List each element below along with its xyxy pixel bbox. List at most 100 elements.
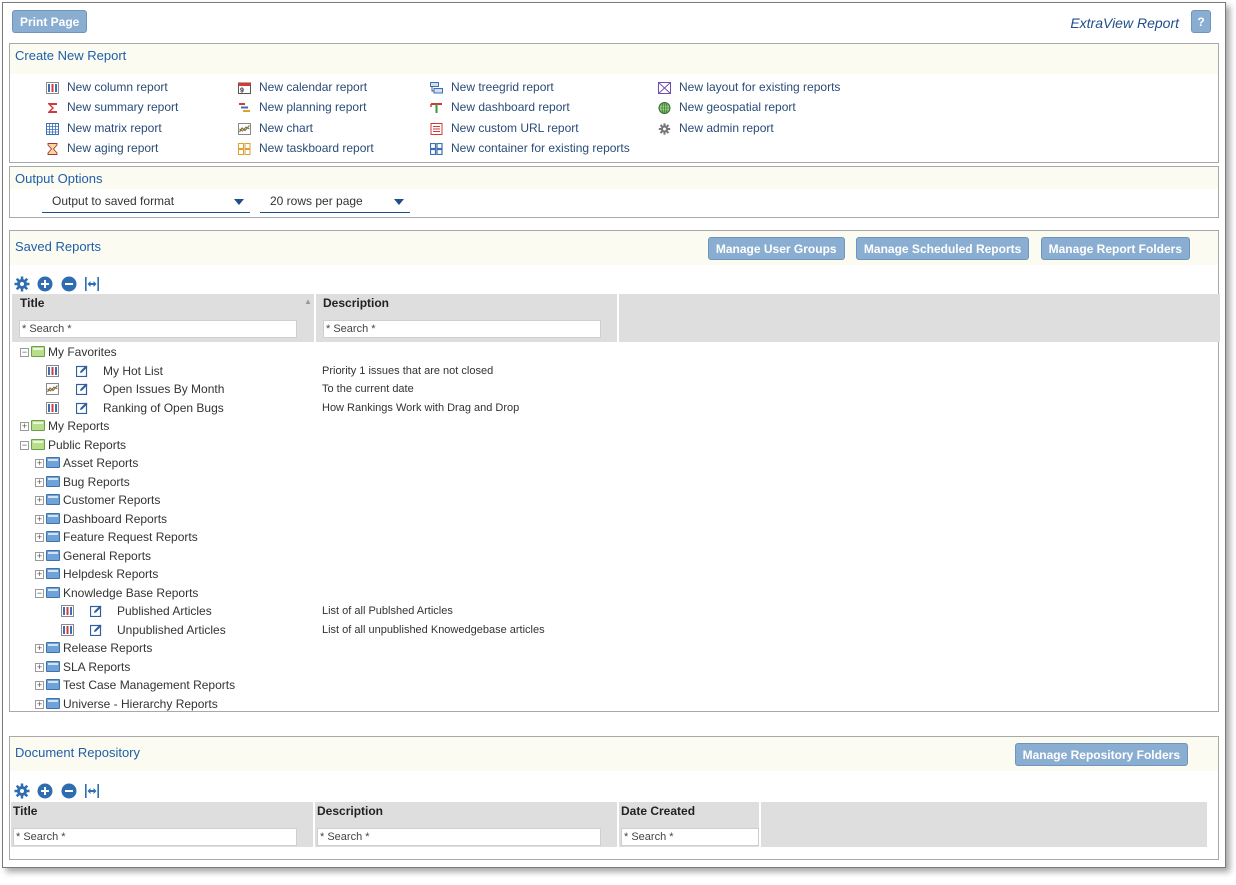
description-search-input[interactable]: * Search * xyxy=(323,320,601,338)
favorite-report-title[interactable]: Open Issues By Month xyxy=(103,380,224,398)
print-page-button[interactable]: Print Page xyxy=(12,10,88,33)
resize-columns-icon[interactable] xyxy=(84,276,100,292)
manage-repository-folders-button[interactable]: Manage Repository Folders xyxy=(1014,743,1188,766)
expand-toggle[interactable]: + xyxy=(35,514,44,524)
svg-text:9: 9 xyxy=(240,88,244,95)
column-header-title[interactable]: Title xyxy=(20,296,44,310)
folder-feature-request-reports[interactable]: Feature Request Reports xyxy=(63,528,198,546)
folder-helpdesk-reports[interactable]: Helpdesk Reports xyxy=(63,565,158,583)
manage-report-folders-button[interactable]: Manage Report Folders xyxy=(1040,237,1190,260)
folder-customer-reports[interactable]: Customer Reports xyxy=(63,491,160,509)
title-search-input[interactable]: * Search * xyxy=(19,320,297,338)
folder-my-favorites[interactable]: My Favorites xyxy=(48,343,117,361)
help-button[interactable]: ? xyxy=(1191,10,1211,33)
folder-icon xyxy=(46,660,60,672)
output-options-section: Output Options Output to saved format 20… xyxy=(9,166,1219,218)
column-header-title[interactable]: Title xyxy=(13,804,37,818)
folder-sla-reports[interactable]: SLA Reports xyxy=(63,658,130,676)
kb-report-description: List of all Publshed Articles xyxy=(322,605,453,617)
gear-icon[interactable] xyxy=(14,276,30,292)
column-resize-handle[interactable] xyxy=(759,802,761,847)
column-header-date-created[interactable]: Date Created xyxy=(621,804,695,818)
expand-toggle[interactable]: + xyxy=(35,459,44,468)
doc-description-search-input[interactable]: * Search * xyxy=(317,828,601,846)
kb-report-description: List of all unpublished Knowedgebase art… xyxy=(322,623,545,636)
collapse-all-icon[interactable] xyxy=(61,276,77,292)
edit-icon[interactable] xyxy=(89,605,102,618)
expand-toggle[interactable]: + xyxy=(20,422,29,431)
folder-knowledge-base-reports[interactable]: Knowledge Base Reports xyxy=(63,584,198,602)
expand-all-icon[interactable] xyxy=(37,276,53,292)
expand-toggle[interactable]: + xyxy=(35,551,44,561)
folder-icon xyxy=(31,346,45,357)
collapse-all-icon[interactable] xyxy=(61,783,77,799)
edit-icon[interactable] xyxy=(75,402,88,414)
doc-grid-toolbar xyxy=(14,783,104,799)
create-item-label: New geospatial report xyxy=(679,100,796,114)
chart-icon xyxy=(238,122,251,135)
saved-reports-title: Saved Reports xyxy=(15,239,101,254)
folder-test-case-management-reports[interactable]: Test Case Management Reports xyxy=(63,676,235,694)
create-item-label: New chart xyxy=(259,121,314,135)
grid-toolbar xyxy=(14,276,104,292)
column-resize-handle[interactable] xyxy=(617,802,619,847)
sigma-icon xyxy=(46,101,59,113)
expand-toggle[interactable]: + xyxy=(35,662,44,672)
kb-report-title[interactable]: Published Articles xyxy=(117,602,212,620)
gear-icon[interactable] xyxy=(14,783,30,799)
doc-grid-header: Title Description Date Created * Search … xyxy=(11,802,1207,847)
resize-columns-icon[interactable] xyxy=(84,783,100,799)
column-report-icon xyxy=(46,81,59,94)
column-header-description[interactable]: Description xyxy=(323,296,389,310)
folder-public-reports[interactable]: Public Reports xyxy=(48,436,126,454)
expand-toggle[interactable]: + xyxy=(35,681,44,690)
folder-asset-reports[interactable]: Asset Reports xyxy=(63,454,138,472)
rows-per-page-select[interactable]: 20 rows per page xyxy=(260,193,410,213)
folder-general-reports[interactable]: General Reports xyxy=(63,547,151,565)
expand-all-icon[interactable] xyxy=(37,783,53,799)
report-page: Print Page ExtraView Report ? Create New… xyxy=(2,2,1226,868)
output-format-select[interactable]: Output to saved format xyxy=(42,193,250,213)
globe-icon xyxy=(658,101,671,114)
favorite-report-title[interactable]: Ranking of Open Bugs xyxy=(103,399,224,417)
edit-icon[interactable] xyxy=(75,365,88,377)
collapse-toggle[interactable]: − xyxy=(20,440,29,450)
folder-universe-hierarchy-reports[interactable]: Universe - Hierarchy Reports xyxy=(63,695,218,713)
edit-icon[interactable] xyxy=(89,624,102,636)
doc-title-search-input[interactable]: * Search * xyxy=(13,828,297,846)
expand-toggle[interactable]: + xyxy=(35,699,44,709)
doc-date-search-input[interactable]: * Search * xyxy=(621,828,759,846)
expand-toggle[interactable]: + xyxy=(35,496,44,505)
folder-my-reports[interactable]: My Reports xyxy=(48,417,109,435)
folder-dashboard-reports[interactable]: Dashboard Reports xyxy=(63,510,167,528)
folder-release-reports[interactable]: Release Reports xyxy=(63,639,152,657)
collapse-toggle[interactable]: − xyxy=(35,588,44,598)
favorite-report-title[interactable]: My Hot List xyxy=(103,362,163,380)
column-report-icon xyxy=(46,364,59,377)
favorite-report-description: How Rankings Work with Drag and Drop xyxy=(322,401,520,414)
expand-toggle[interactable]: + xyxy=(35,533,44,542)
edit-icon[interactable] xyxy=(75,383,88,396)
folder-bug-reports[interactable]: Bug Reports xyxy=(63,473,130,491)
url-report-icon xyxy=(430,122,443,135)
saved-reports-section: Saved Reports Manage User Groups Manage … xyxy=(9,230,1220,713)
column-resize-handle[interactable] xyxy=(313,802,315,847)
chart-icon xyxy=(46,383,59,395)
column-header-description[interactable]: Description xyxy=(317,804,383,818)
folder-icon xyxy=(31,438,45,450)
create-item-label: New taskboard report xyxy=(259,141,374,155)
collapse-toggle[interactable]: − xyxy=(20,348,29,357)
container-icon xyxy=(429,142,443,156)
column-resize-handle[interactable] xyxy=(617,294,619,342)
folder-icon xyxy=(46,457,60,468)
manage-user-groups-button[interactable]: Manage User Groups xyxy=(707,237,845,260)
expand-toggle[interactable]: + xyxy=(35,477,44,487)
expand-toggle[interactable]: + xyxy=(35,644,44,653)
create-item-label: New admin report xyxy=(679,121,774,135)
manage-scheduled-reports-button[interactable]: Manage Scheduled Reports xyxy=(855,237,1030,260)
folder-icon xyxy=(46,494,60,505)
kb-report-title[interactable]: Unpublished Articles xyxy=(117,621,226,639)
expand-toggle[interactable]: + xyxy=(35,570,44,579)
output-options-title: Output Options xyxy=(15,171,103,186)
column-resize-handle[interactable] xyxy=(314,294,316,342)
